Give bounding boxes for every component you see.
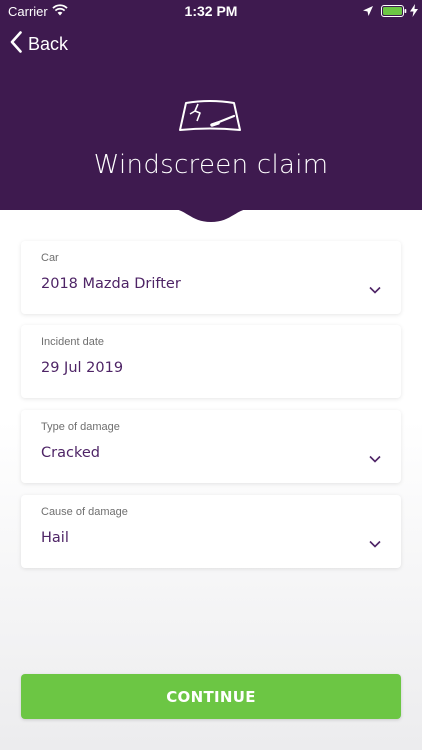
car-label: Car bbox=[41, 252, 59, 264]
continue-button[interactable]: CONTINUE bbox=[21, 674, 401, 719]
incident-date-label: Incident date bbox=[41, 336, 104, 348]
chevron-down-icon bbox=[369, 533, 381, 552]
status-time: 1:32 PM bbox=[184, 3, 238, 19]
back-label: Back bbox=[28, 33, 69, 54]
cracked-windscreen-icon bbox=[178, 100, 242, 138]
chevron-down-icon bbox=[369, 448, 381, 467]
damage-type-select[interactable]: Type of damage Cracked bbox=[21, 410, 401, 483]
car-select[interactable]: Car 2018 Mazda Drifter bbox=[21, 241, 401, 314]
chevron-left-icon bbox=[10, 31, 22, 57]
header: Carrier 1:32 PM Back Windscreen claim bbox=[0, 0, 422, 210]
damage-cause-label: Cause of damage bbox=[41, 506, 128, 518]
page-title: Windscreen claim bbox=[93, 150, 329, 180]
damage-cause-select[interactable]: Cause of damage Hail bbox=[21, 495, 401, 568]
back-button[interactable]: Back bbox=[10, 30, 68, 58]
status-bar: Carrier 1:32 PM bbox=[0, 0, 422, 22]
header-notch bbox=[168, 208, 254, 222]
damage-cause-value: Hail bbox=[41, 530, 69, 546]
incident-date-field[interactable]: Incident date 29 Jul 2019 bbox=[21, 325, 401, 398]
charging-bolt-icon bbox=[410, 4, 418, 21]
location-arrow-icon bbox=[362, 5, 374, 21]
chevron-down-icon bbox=[369, 279, 381, 298]
damage-type-value: Cracked bbox=[41, 445, 100, 461]
incident-date-value: 29 Jul 2019 bbox=[41, 360, 124, 376]
damage-type-label: Type of damage bbox=[41, 421, 120, 433]
car-value: 2018 Mazda Drifter bbox=[41, 276, 181, 292]
battery-icon bbox=[381, 5, 407, 21]
